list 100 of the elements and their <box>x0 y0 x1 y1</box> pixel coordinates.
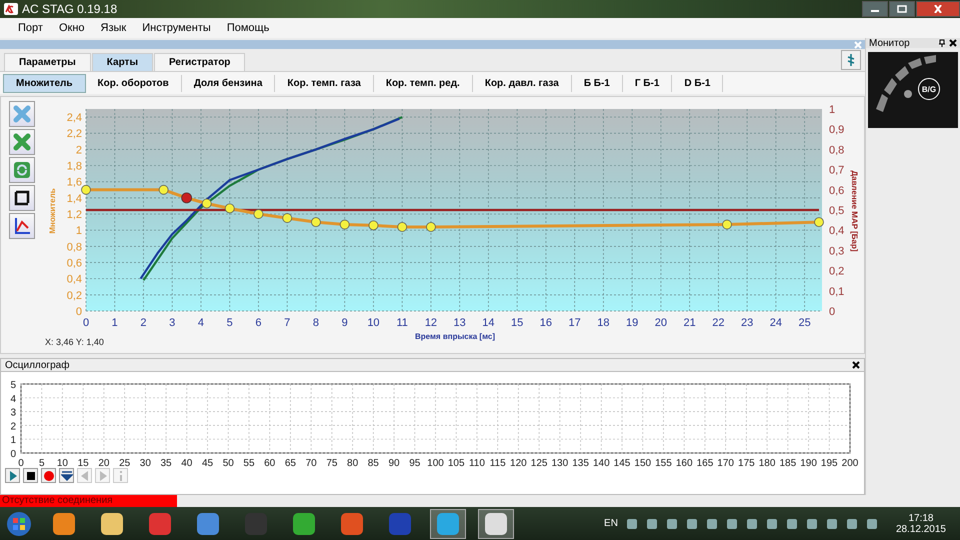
y-axis-label: Давление MAP [Бар] <box>850 170 859 252</box>
axis-tick-label: 5 <box>38 458 44 468</box>
axis-tick-label: 110 <box>468 458 485 468</box>
axis-tick-label: 15 <box>510 317 524 329</box>
axis-tick-label: 100 <box>427 458 444 468</box>
axis-tick-label: 3 <box>10 408 16 419</box>
axis-tick-label: 9 <box>341 317 348 329</box>
axis-tick-label: 155 <box>655 458 672 468</box>
tab[interactable]: Регистратор <box>154 53 246 71</box>
menu-item[interactable]: Порт <box>10 22 51 34</box>
axis-tick-label: 95 <box>409 458 420 468</box>
axis-tick-label: 10 <box>367 317 380 329</box>
axis-tick-label: 0,4 <box>66 274 82 286</box>
axis-tick-label: 145 <box>614 458 630 468</box>
axis-tick-label: 0,6 <box>66 258 82 270</box>
axis-tick-label: 0,3 <box>828 245 844 258</box>
language-indicator[interactable]: EN <box>604 518 618 529</box>
axis-tick-label: 4 <box>10 394 16 405</box>
axis-tick-label: 22 <box>712 317 724 329</box>
axis-tick-label: 5 <box>10 380 16 391</box>
axis-tick-label: 125 <box>530 458 548 468</box>
axis-tick-label: 17 <box>568 317 581 329</box>
axis-tick-label: 0,8 <box>828 144 844 156</box>
panel-title: Монитор <box>869 38 910 48</box>
axis-tick-label: 140 <box>592 458 610 468</box>
axis-tick-label: 15 <box>78 458 89 468</box>
axis-tick-label: 2 <box>76 144 82 156</box>
axis-tick-label: 120 <box>510 458 527 468</box>
axis-tick-label: 160 <box>676 458 693 468</box>
axis-tick-label: 20 <box>98 458 110 468</box>
axis-tick-label: 1,2 <box>66 209 82 222</box>
tab[interactable]: D Б-1 <box>672 74 724 92</box>
tab[interactable]: Карты <box>92 53 153 71</box>
axis-tick-label: 180 <box>758 458 776 468</box>
axis-tick-label: 195 <box>820 458 838 468</box>
axis-tick-label: 0,2 <box>66 290 82 302</box>
cursor-coordinates: X: 3,46 Y: 1,40 <box>44 337 104 347</box>
axis-tick-label: 18 <box>597 317 610 329</box>
axis-tick-label: 190 <box>800 458 817 468</box>
axis-tick-label: 10 <box>56 458 68 468</box>
axis-tick-label: 50 <box>222 458 234 468</box>
fuel-mode-indicator: B/G <box>918 78 940 100</box>
x-axis-label: Время впрыска [мс] <box>414 332 495 341</box>
axis-tick-label: 0,5 <box>828 205 844 217</box>
axis-tick-label: 165 <box>696 458 714 468</box>
axis-tick-label: 2,2 <box>66 128 82 140</box>
clock-date: 28.12.2015 <box>896 524 946 534</box>
axis-tick-label: 2,4 <box>66 112 82 124</box>
axis-tick-label: 175 <box>738 458 755 468</box>
axis-tick-label: 11 <box>396 317 408 329</box>
tab[interactable]: Кор. темп. газа <box>275 74 374 92</box>
axis-tick-label: 130 <box>552 458 568 468</box>
axis-tick-label: 7 <box>284 317 290 329</box>
tab[interactable]: Кор. давл. газа <box>472 74 572 92</box>
tab[interactable]: Г Б-1 <box>622 74 672 92</box>
window-title: AC STAG 0.19.18 <box>22 2 118 16</box>
axis-tick-label: 0 <box>18 458 24 468</box>
axis-tick-label: 1,8 <box>66 160 82 173</box>
axis-tick-label: 1 <box>112 317 118 329</box>
axis-tick-label: 35 <box>160 458 172 468</box>
axis-tick-label: 55 <box>243 458 255 468</box>
axis-tick-label: 40 <box>181 458 192 468</box>
tab[interactable]: Доля бензина <box>182 74 276 92</box>
axis-tick-label: 25 <box>119 458 130 468</box>
axis-tick-label: 90 <box>388 458 400 468</box>
tab[interactable]: Множитель <box>3 74 86 92</box>
axis-tick-label: 24 <box>770 317 782 329</box>
menu-item[interactable]: Язык <box>92 22 134 34</box>
axis-tick-label: 0,2 <box>828 266 844 278</box>
axis-tick-label: 45 <box>202 458 214 468</box>
axis-tick-label: 0 <box>82 317 89 329</box>
axis-tick-label: 30 <box>140 458 151 468</box>
tab[interactable]: Б Б-1 <box>572 74 623 92</box>
axis-tick-label: 0,1 <box>828 286 844 298</box>
axis-tick-label: 1 <box>76 225 82 238</box>
menu-item[interactable]: Помощь <box>218 22 278 34</box>
axis-tick-label: 0,7 <box>828 164 844 177</box>
axis-tick-label: 13 <box>453 317 466 329</box>
tab[interactable]: Кор. оборотов <box>86 74 182 92</box>
axis-tick-label: 1,6 <box>66 176 82 189</box>
clock-time: 17:18 <box>908 512 934 524</box>
tab[interactable]: Кор. темп. ред. <box>374 74 473 92</box>
menu-item[interactable]: Инструменты <box>134 22 219 34</box>
axis-tick-label: 200 <box>842 458 858 468</box>
axis-tick-label: 75 <box>326 458 338 468</box>
axis-tick-label: 12 <box>424 317 437 329</box>
axis-tick-label: 19 <box>626 317 638 329</box>
axis-tick-label: 25 <box>798 317 811 329</box>
y-axis-label: Множитель <box>48 188 57 234</box>
axis-tick-label: 170 <box>717 458 734 468</box>
axis-tick-label: 0 <box>76 306 82 318</box>
tab[interactable]: Параметры <box>4 53 91 71</box>
axis-tick-label: 21 <box>683 317 696 329</box>
connection-status: Отсутствие соединения <box>0 495 177 507</box>
axis-tick-label: 1 <box>828 104 835 116</box>
axis-tick-label: 8 <box>312 317 319 329</box>
axis-tick-label: 16 <box>540 317 552 329</box>
menu-item[interactable]: Окно <box>50 22 93 34</box>
axis-tick-label: 4 <box>198 317 204 329</box>
axis-tick-label: 60 <box>264 458 276 468</box>
